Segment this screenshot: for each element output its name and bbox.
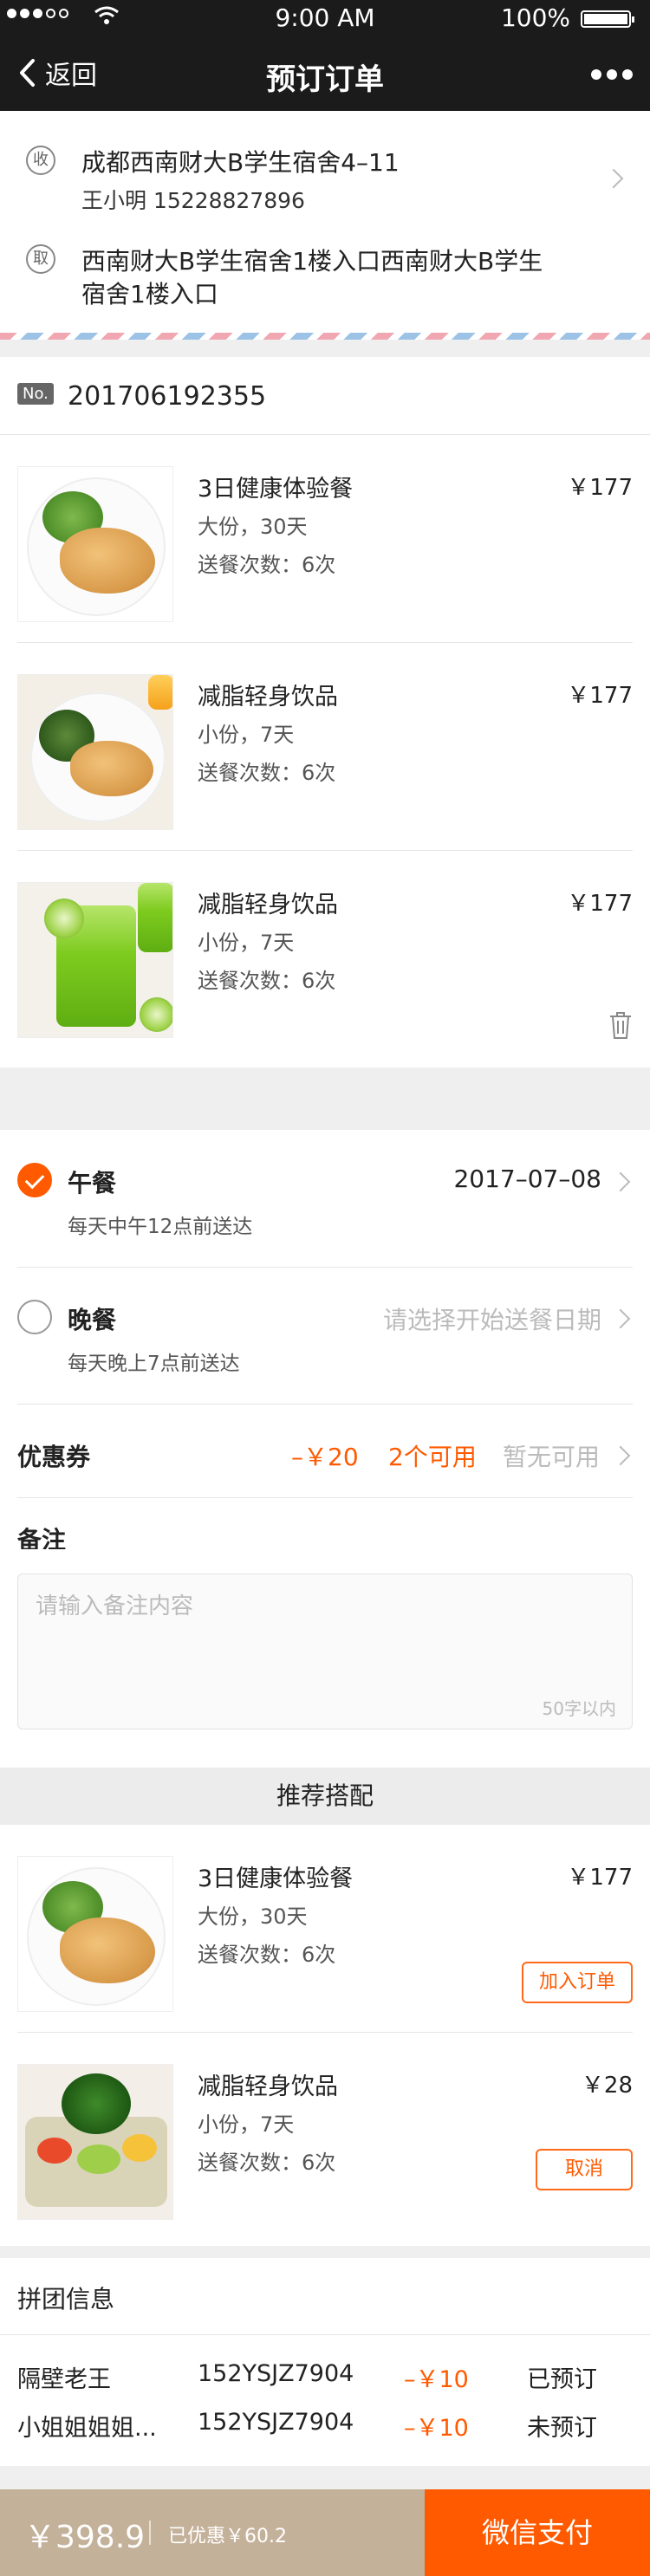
product-item[interactable]: 减脂轻身饮品 小份，7天 送餐次数：6次 ￥177: [0, 851, 650, 1059]
remark-limit: 50字以内: [542, 1698, 616, 1719]
pickup-address-line1: 西南财大B学生宿舍1楼入口西南财大B学生: [81, 247, 543, 276]
product-item[interactable]: 减脂轻身饮品 小份，7天 送餐次数：6次 ￥177: [0, 643, 650, 851]
discount-amount: 已优惠￥60.2: [168, 2526, 287, 2547]
meal-options: 午餐 每天中午12点前送达 2017–07–08 晚餐 每天晚上7点前送达 请选…: [0, 1130, 650, 1554]
product-spec: 小份，7天: [198, 931, 295, 955]
product-spec: 大份，30天: [198, 515, 308, 539]
member-status: 已预订: [527, 2366, 597, 2393]
group-member-row: 小姐姐姐姐... 152YSJZ7904 –￥10 未预订: [0, 2409, 650, 2457]
recommend-title: 推荐搭配: [0, 1768, 650, 1825]
product-price: ￥177: [567, 475, 633, 501]
receive-address: 成都西南财大B学生宿舍4–11: [81, 148, 400, 177]
status-bar: 9:00 AM 100%: [0, 0, 650, 36]
product-item[interactable]: 3日健康体验餐 大份，30天 送餐次数：6次 ￥177: [0, 435, 650, 643]
nav-bar: 返回 预订订单: [0, 36, 650, 111]
product-delivery-times: 送餐次数：6次: [198, 969, 336, 993]
product-image: [17, 1856, 173, 2012]
product-spec: 小份，7天: [198, 2112, 295, 2137]
add-to-order-button[interactable]: 加入订单: [521, 1962, 633, 2003]
group-title: 拼团信息: [17, 2285, 115, 2313]
wechat-pay-button[interactable]: 微信支付: [425, 2489, 650, 2576]
product-delivery-times: 送餐次数：6次: [198, 2151, 336, 2175]
product-name: 3日健康体验餐: [198, 1865, 354, 1892]
cancel-button[interactable]: 取消: [536, 2149, 633, 2190]
pickup-address-line2: 宿舍1楼入口: [81, 280, 218, 308]
meal-name: 午餐: [68, 1169, 117, 1197]
meal-desc: 每天晚上7点前送达: [68, 1353, 240, 1375]
member-name: 小姐姐姐姐...: [17, 2415, 157, 2442]
product-list: 3日健康体验餐 大份，30天 送餐次数：6次 ￥177 减脂轻身饮品 小份，7天…: [0, 435, 650, 1067]
product-price: ￥177: [567, 1865, 633, 1891]
member-discount: –￥10: [404, 2415, 469, 2442]
product-delivery-times: 送餐次数：6次: [198, 761, 336, 785]
product-delivery-times: 送餐次数：6次: [198, 1943, 336, 1967]
remark-placeholder: 请输入备注内容: [36, 1593, 194, 1619]
meal-date-placeholder[interactable]: 请选择开始送餐日期: [383, 1301, 601, 1336]
product-name: 3日健康体验餐: [198, 476, 354, 503]
meal-option-dinner[interactable]: 晚餐 每天晚上7点前送达 请选择开始送餐日期: [0, 1267, 650, 1404]
meal-name: 晚餐: [68, 1306, 117, 1334]
member-discount: –￥10: [404, 2366, 469, 2393]
member-code: 152YSJZ7904: [198, 2360, 354, 2387]
product-name: 减脂轻身饮品: [198, 2073, 338, 2100]
chevron-right-icon: [610, 1308, 631, 1329]
order-number-row: No. 201706192355: [0, 357, 650, 435]
recommend-list: 3日健康体验餐 大份，30天 送餐次数：6次 ￥177 加入订单 减脂轻身饮品 …: [0, 1825, 650, 2246]
total-amount: ￥398.9: [24, 2520, 146, 2555]
product-name: 减脂轻身饮品: [198, 892, 338, 918]
page-title: 预订订单: [266, 62, 384, 97]
meal-date[interactable]: 2017–07–08: [453, 1165, 601, 1193]
coupon-amount: –￥20: [291, 1443, 359, 1471]
product-spec: 大份，30天: [198, 1904, 308, 1929]
check-icon[interactable]: [17, 1163, 52, 1197]
product-name: 减脂轻身饮品: [198, 684, 338, 711]
member-name: 隔壁老王: [17, 2366, 111, 2393]
chevron-right-icon: [603, 168, 624, 189]
order-number: 201706192355: [68, 381, 267, 412]
coupon-label: 优惠券: [17, 1443, 91, 1471]
product-image: [17, 2064, 173, 2220]
member-code: 152YSJZ7904: [198, 2409, 354, 2436]
group-buy-section: 拼团信息 隔壁老王 152YSJZ7904 –￥10 已预订 小姐姐姐姐... …: [0, 2258, 650, 2466]
product-price: ￥177: [567, 683, 633, 709]
remark-section: 请输入备注内容 50字以内: [0, 1549, 650, 1768]
chevron-right-icon: [610, 1445, 631, 1466]
member-status: 未预订: [527, 2415, 597, 2442]
order-no-badge: No.: [17, 383, 54, 405]
recommend-item[interactable]: 减脂轻身饮品 小份，7天 送餐次数：6次 ￥28 取消: [0, 2033, 650, 2241]
product-image: [17, 882, 173, 1038]
bottom-bar: ￥398.9 已优惠￥60.2 微信支付: [0, 2489, 650, 2576]
meal-option-lunch[interactable]: 午餐 每天中午12点前送达 2017–07–08: [0, 1130, 650, 1267]
address-section[interactable]: 收 成都西南财大B学生宿舍4–11 王小明 15228827896 取 西南财大…: [0, 111, 650, 336]
product-price: ￥177: [567, 891, 633, 917]
battery-percent: 100%: [500, 3, 570, 32]
total-panel: ￥398.9 已优惠￥60.2: [0, 2489, 425, 2576]
receive-tag: 收: [26, 146, 55, 175]
battery-icon: [581, 10, 634, 28]
recommend-item[interactable]: 3日健康体验餐 大份，30天 送餐次数：6次 ￥177 加入订单: [0, 1825, 650, 2033]
radio-icon[interactable]: [17, 1300, 52, 1334]
more-icon[interactable]: [591, 69, 633, 80]
pickup-tag: 取: [26, 244, 55, 274]
trash-icon[interactable]: [608, 1010, 633, 1040]
remark-input[interactable]: 请输入备注内容 50字以内: [17, 1574, 633, 1729]
product-delivery-times: 送餐次数：6次: [198, 553, 336, 577]
coupon-none: 暂无可用: [503, 1443, 601, 1471]
product-image: [17, 674, 173, 830]
group-member-row: 隔壁老王 152YSJZ7904 –￥10 已预订: [0, 2360, 650, 2409]
meal-desc: 每天中午12点前送达: [68, 1216, 253, 1238]
airmail-divider: [0, 333, 650, 340]
product-price: ￥28: [581, 2073, 633, 2099]
chevron-right-icon: [610, 1171, 631, 1192]
product-image: [17, 466, 173, 622]
receiver-info: 王小明 15228827896: [81, 188, 305, 213]
product-spec: 小份，7天: [198, 723, 295, 747]
coupon-available[interactable]: 2个可用: [388, 1438, 477, 1473]
